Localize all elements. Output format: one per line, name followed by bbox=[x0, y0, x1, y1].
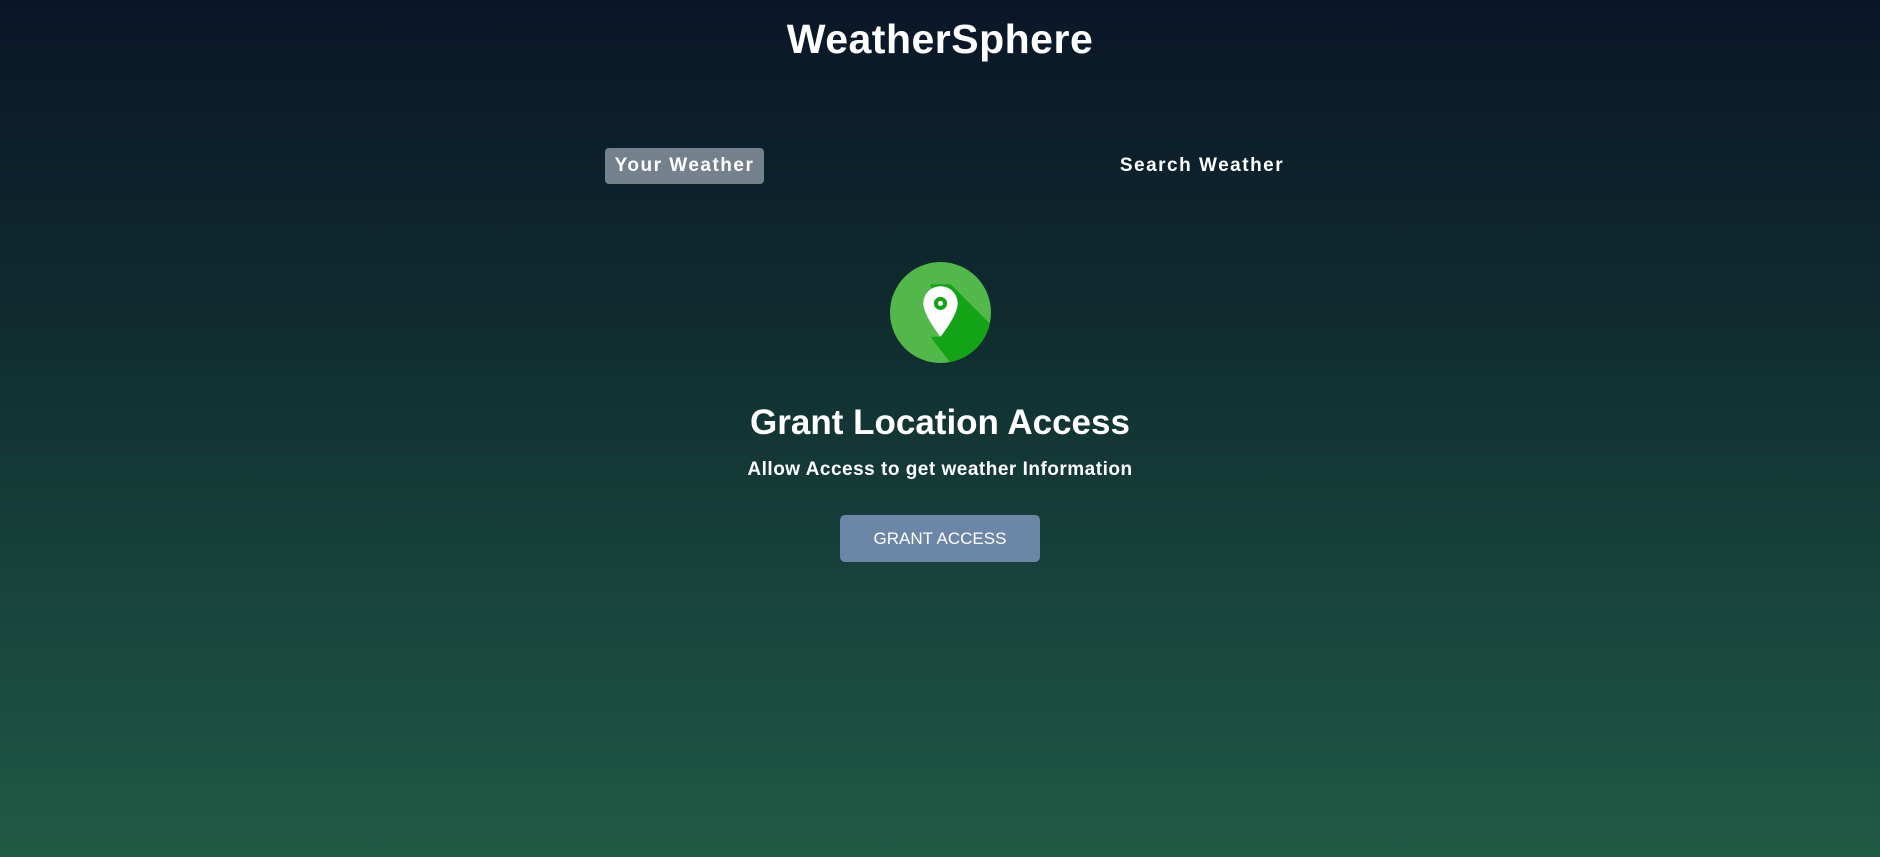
tab-bar: Your Weather Search Weather bbox=[0, 148, 1880, 184]
tab-search-weather[interactable]: Search Weather bbox=[1112, 148, 1292, 184]
grant-location-container: Grant Location Access Allow Access to ge… bbox=[0, 262, 1880, 562]
tab-your-weather[interactable]: Your Weather bbox=[605, 148, 764, 184]
grant-heading: Grant Location Access bbox=[750, 403, 1130, 442]
grant-access-button[interactable]: GRANT ACCESS bbox=[840, 515, 1040, 562]
location-pin-icon bbox=[889, 262, 991, 363]
grant-subtext: Allow Access to get weather Information bbox=[747, 459, 1133, 480]
app-title: WeatherSphere bbox=[786, 16, 1094, 62]
